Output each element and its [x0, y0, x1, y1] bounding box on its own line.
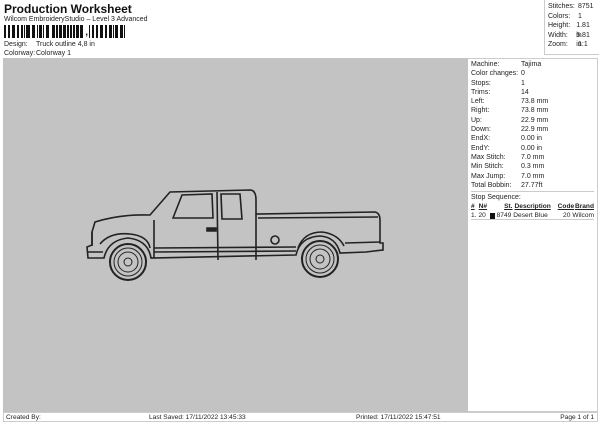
property-value: 22.9 mm [521, 116, 549, 124]
stat-row: Width: 5.81 in [548, 31, 596, 49]
row-code: 20 [563, 212, 571, 220]
property-row: Color changes: 0 [471, 69, 594, 78]
stat-label: Stitches: [548, 3, 575, 10]
design-canvas [3, 58, 468, 412]
property-value: Tajima [521, 61, 542, 68]
footer: Created By: Last Saved: 17/11/2022 13:45… [3, 412, 598, 422]
stat-label: Height: [548, 22, 571, 29]
property-label: Max Jump: [471, 172, 506, 180]
row-n: 20 [478, 212, 486, 220]
stat-label: Width: [548, 31, 568, 39]
design-value: Truck outline 4,8 in [36, 41, 95, 48]
property-row: Machine: Tajima [471, 60, 594, 69]
col-brand: Brand [574, 203, 594, 211]
stop-sequence-header: # N# St. Description Code Brand [471, 202, 594, 211]
property-label: Min Stitch: [471, 163, 504, 171]
property-value: 0.00 in [521, 144, 543, 152]
stat-value: 1:1 [578, 41, 588, 48]
design-row: Design: Truck outline 4,8 in [4, 41, 95, 48]
property-row: Up: 22.9 mm [471, 116, 594, 125]
stat-row: Height: 1.81 in [548, 21, 596, 39]
property-value: 0 [521, 70, 525, 78]
col-n: N# [478, 203, 488, 211]
property-label: Max Stitch: [471, 153, 506, 161]
stat-label: Colors: [548, 12, 571, 20]
app-subtitle: Wilcom EmbroideryStudio – Level 3 Advanc… [4, 16, 148, 23]
stat-value: 1 [578, 12, 582, 20]
truck-design-preview [86, 189, 384, 281]
property-label: Machine: [471, 61, 500, 68]
stat-row: Colors: 1 [548, 12, 596, 22]
page-number: Page 1 of 1 [560, 414, 594, 421]
barcode-bar [83, 25, 85, 38]
row-brand: Wilcom [572, 212, 594, 220]
property-label: Stops: [471, 79, 491, 87]
row-st: 8749 [496, 212, 512, 220]
stat-value: 8751 [578, 3, 594, 10]
property-row: Max Stitch: 7.0 mm [471, 153, 594, 162]
properties-panel: Machine: Tajima Color changes: 0 Stops: 1 Trim… [468, 58, 598, 412]
table-row[interactable]: 1. 20 8749 Desert Blue 20 Wilcom [471, 211, 594, 221]
property-label: Color changes: [471, 70, 519, 78]
property-row: Down: 22.9 mm [471, 125, 594, 134]
property-label: EndX: [471, 135, 491, 143]
color-swatch [489, 212, 496, 219]
property-label: Up: [471, 116, 482, 124]
property-row: Total Bobbin: 27.77ft [471, 181, 594, 190]
property-value: 0.3 mm [521, 163, 545, 171]
printed-date: Printed: 17/11/2022 15:47:51 [356, 414, 441, 421]
property-label: Left: [471, 98, 485, 106]
stat-label: Zoom: [548, 41, 568, 48]
property-value: 0.00 in [521, 135, 543, 143]
stat-row: Stitches: 8751 [548, 2, 596, 12]
property-row: Trims: 14 [471, 88, 594, 97]
created-by: Created By: [6, 414, 41, 421]
row-description: Desert Blue [513, 212, 548, 220]
property-value: 14 [521, 88, 529, 96]
barcode-bar [125, 25, 127, 38]
property-row: Min Stitch: 0.3 mm [471, 162, 594, 171]
col-st: St. [504, 203, 513, 211]
colorway-label: Colorway: [4, 50, 36, 57]
col-code: Code [557, 203, 575, 211]
col-num: # [471, 203, 475, 211]
property-label: EndY: [471, 144, 490, 152]
barcode-separator: , [85, 27, 89, 38]
stop-sequence: Stop Sequence: # N# St. Description Code… [471, 191, 594, 221]
design-label: Design: [4, 41, 28, 48]
property-label: Right: [471, 107, 490, 115]
colorway-row: Colorway:Colorway 1 [4, 50, 71, 57]
property-value: 7.0 mm [521, 172, 545, 180]
page-title: Production Worksheet [4, 2, 132, 16]
property-value: 73.8 mm [521, 107, 549, 115]
colorway-value: Colorway 1 [36, 50, 72, 57]
property-value: 22.9 mm [521, 126, 549, 134]
property-row: Max Jump: 7.0 mm [471, 172, 594, 181]
property-value: 27.77ft [521, 181, 543, 189]
property-label: Trims: [471, 88, 491, 96]
stat-value: 5.81 in [576, 31, 590, 49]
barcode: , [4, 25, 159, 38]
property-row: Left: 73.8 mm [471, 97, 594, 106]
stat-row: Zoom: 1:1 [548, 40, 596, 50]
property-row: EndX: 0.00 in [471, 134, 594, 143]
property-row: Stops: 1 [471, 79, 594, 88]
stop-sequence-label: Stop Sequence: [471, 194, 521, 202]
property-label: Total Bobbin: [471, 181, 512, 189]
last-saved: Last Saved: 17/11/2022 13:45:33 [149, 414, 246, 421]
stats-box: Stitches: 8751 Colors: 1 Height: 1.81 in Width… [544, 0, 599, 55]
property-value: 73.8 mm [521, 98, 549, 106]
property-row: Right: 73.8 mm [471, 106, 594, 115]
property-label: Down: [471, 126, 491, 134]
col-description: Description [514, 203, 551, 211]
stat-value: 1.81 in [576, 22, 590, 39]
property-value: 1 [521, 79, 525, 87]
property-row: EndY: 0.00 in [471, 144, 594, 153]
row-num: 1. [471, 212, 477, 220]
property-value: 7.0 mm [521, 153, 545, 161]
